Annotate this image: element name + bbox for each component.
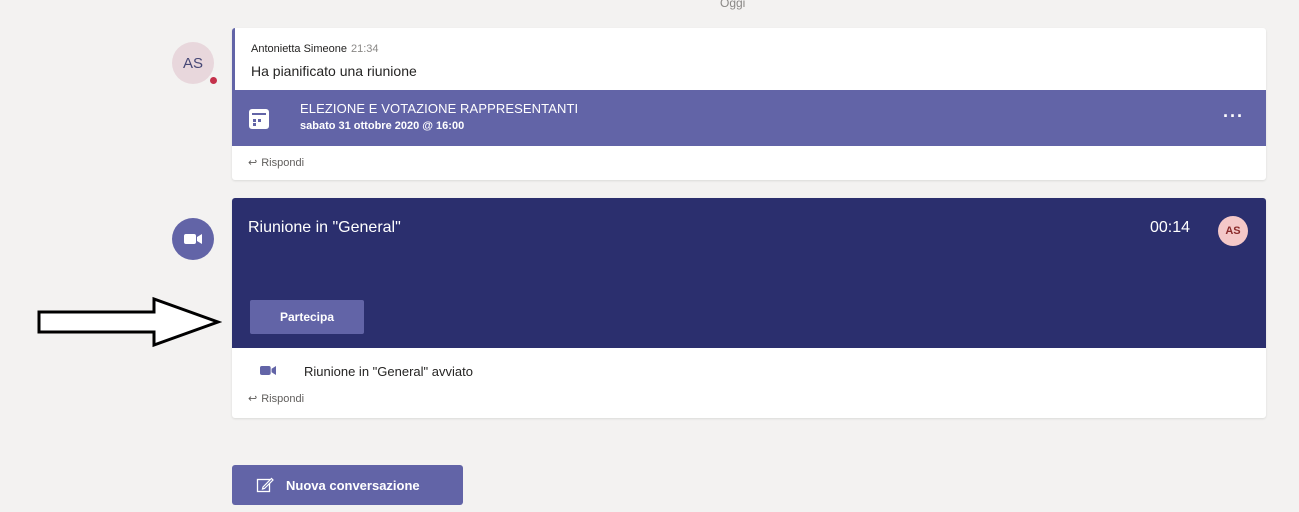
message-text: Ha pianificato una riunione xyxy=(251,63,417,79)
video-call-avatar-icon xyxy=(172,218,214,260)
message-header: Antonietta Simeone 21:34 Ha pianificato u… xyxy=(232,28,1266,90)
reply-arrow-icon: ↩ xyxy=(248,393,258,405)
meeting-title: Riunione in "General" xyxy=(248,219,401,236)
reply-label: Rispondi xyxy=(261,157,305,169)
meeting-timer: 00:14 xyxy=(1149,219,1190,236)
reply-label: Rispondi xyxy=(261,393,305,405)
meeting-panel: Riunione in "General" 00:14 AS Partecipa xyxy=(232,198,1266,348)
new-conversation-label: Nuova conversazione xyxy=(286,477,420,493)
presence-busy-icon xyxy=(208,75,219,86)
meeting-title[interactable]: ELEZIONE E VOTAZIONE RAPPRESENTANTI xyxy=(300,101,578,116)
calendar-icon xyxy=(249,109,269,129)
video-camera-icon xyxy=(260,363,276,381)
author-line: Antonietta Simeone 21:34 xyxy=(251,43,379,55)
meeting-date: sabato 31 ottobre 2020 @ 16:00 xyxy=(300,120,465,132)
message-time: 21:34 xyxy=(351,43,379,55)
meeting-card: Riunione in "General" 00:14 AS Partecipa… xyxy=(232,198,1266,418)
participant-avatar[interactable]: AS xyxy=(1218,216,1248,246)
compose-icon xyxy=(256,476,274,494)
new-conversation-button[interactable]: Nuova conversazione xyxy=(232,465,463,505)
day-separator: Oggi xyxy=(720,0,746,10)
message-card: Antonietta Simeone 21:34 Ha pianificato u… xyxy=(232,28,1266,180)
meeting-started-text: Riunione in "General" avviato xyxy=(304,364,473,379)
author-name[interactable]: Antonietta Simeone xyxy=(251,43,347,55)
reply-arrow-icon: ↩ xyxy=(248,157,258,169)
annotation-arrow-icon xyxy=(36,296,223,353)
meeting-banner[interactable]: ELEZIONE E VOTAZIONE RAPPRESENTANTI saba… xyxy=(232,90,1266,146)
reply-button[interactable]: ↩ Rispondi xyxy=(248,392,304,405)
meeting-started-row: Riunione in "General" avviato ↩ Rispondi xyxy=(232,348,1266,418)
more-options-icon[interactable]: ··· xyxy=(1223,106,1244,127)
reply-button[interactable]: ↩ Rispondi xyxy=(248,156,304,169)
join-button[interactable]: Partecipa xyxy=(250,300,364,334)
